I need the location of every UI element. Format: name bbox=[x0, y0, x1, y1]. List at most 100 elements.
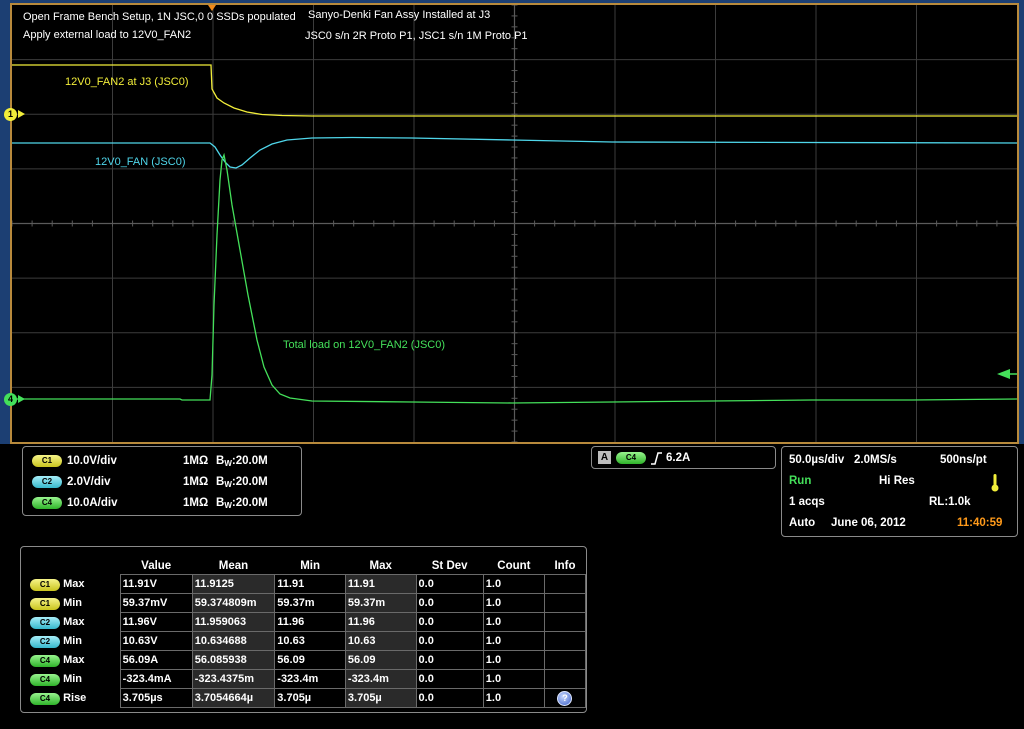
ch4-marker-arrow-icon bbox=[18, 395, 25, 403]
measurement-mean: 56.085938 bbox=[191, 650, 276, 670]
channel-badge[interactable]: C2 bbox=[32, 476, 62, 488]
annotation-load: Apply external load to 12V0_FAN2 bbox=[23, 29, 192, 41]
measurement-row[interactable]: C1 Min 59.37mV 59.374809m 59.37m 59.37m 0.0 1.… bbox=[28, 593, 587, 613]
measurement-stdev: 0.0 bbox=[415, 593, 484, 613]
measurement-min: 11.91 bbox=[274, 574, 346, 594]
measurement-count: 1.0 bbox=[482, 631, 545, 651]
measurement-row[interactable]: C4 Min -323.4mA -323.4375m -323.4m -323.4m 0.… bbox=[28, 669, 587, 689]
measurement-row[interactable]: C2 Min 10.63V 10.634688 10.63 10.63 0.0 1.0 bbox=[28, 631, 587, 651]
measurement-label: C2 Min bbox=[28, 632, 120, 651]
measurement-info bbox=[543, 593, 587, 613]
measurement-row[interactable]: C2 Max 11.96V 11.959063 11.96 11.96 0.0 1.0 bbox=[28, 612, 587, 632]
measurement-label: C1 Max bbox=[28, 575, 120, 594]
acquisition-date: June 06, 2012 bbox=[831, 517, 906, 529]
acquisition-mode: Hi Res bbox=[879, 475, 915, 487]
measurement-min: 56.09 bbox=[274, 650, 346, 670]
timebase: 50.0µs/div bbox=[789, 454, 845, 466]
channel-row[interactable]: C1 10.0V/div 1MΩ BW:20.0M bbox=[23, 453, 293, 469]
measurement-min: 3.705µ bbox=[274, 688, 346, 708]
measurement-type: Max bbox=[63, 615, 85, 628]
waveform-canvas bbox=[12, 5, 1017, 442]
channel-badge[interactable]: C1 bbox=[32, 455, 62, 467]
channel-badge: C4 bbox=[30, 654, 60, 667]
column-header: Info bbox=[554, 559, 576, 572]
trigger-mode-label: A bbox=[598, 451, 611, 464]
measurement-max: 11.96 bbox=[344, 612, 417, 632]
channel-row[interactable]: C4 10.0A/div 1MΩ BW:20.0M bbox=[23, 495, 293, 511]
annotation-setup: Open Frame Bench Setup, 1N JSC,0 0 SSDs … bbox=[23, 11, 296, 23]
measurement-type: Max bbox=[63, 653, 85, 666]
measurement-stdev: 0.0 bbox=[415, 688, 484, 708]
column-header: Mean bbox=[218, 559, 249, 572]
measurement-mean: -323.4375m bbox=[191, 669, 276, 689]
measurement-max: 10.63 bbox=[344, 631, 417, 651]
channel-bandwidth: BW:20.0M bbox=[216, 476, 268, 489]
measurement-label: C2 Max bbox=[28, 613, 120, 632]
trigger-panel[interactable]: A C4 6.2A bbox=[591, 446, 776, 469]
measurement-count: 1.0 bbox=[482, 593, 545, 613]
measurement-mean: 59.374809m bbox=[191, 593, 276, 613]
measurement-type: Min bbox=[63, 596, 83, 609]
measurement-value: 10.63V bbox=[119, 631, 193, 651]
column-header: Min bbox=[300, 559, 320, 572]
measurement-min: 11.96 bbox=[274, 612, 346, 632]
graticule bbox=[12, 5, 1017, 442]
info-icon[interactable]: ? bbox=[557, 690, 573, 706]
channel-badge[interactable]: C4 bbox=[32, 497, 62, 509]
acquisition-time: 11:40:59 bbox=[957, 517, 1003, 529]
measurement-count: 1.0 bbox=[482, 669, 545, 689]
measurement-label: C4 Min bbox=[28, 670, 120, 689]
measurement-min: 10.63 bbox=[274, 631, 346, 651]
measurement-row[interactable]: C4 Rise 3.705µs 3.7054664µ 3.705µ 3.705µ 0.0 1… bbox=[28, 688, 587, 708]
channel-badge: C1 bbox=[30, 597, 60, 610]
measurement-type: Max bbox=[63, 577, 85, 590]
channel-impedance: 1MΩ bbox=[183, 455, 209, 467]
measurement-value: 11.96V bbox=[119, 612, 193, 632]
measurement-label: C1 Min bbox=[28, 594, 120, 613]
measurement-info bbox=[543, 574, 587, 594]
measurement-mean: 3.7054664µ bbox=[191, 688, 276, 708]
trigger-sweep-mode: Auto bbox=[789, 517, 816, 529]
measurement-value: 3.705µs bbox=[119, 688, 193, 708]
channel-badge: C1 bbox=[30, 578, 60, 591]
measurement-info bbox=[543, 612, 587, 632]
measurement-info bbox=[543, 631, 587, 651]
measurement-max: 3.705µ bbox=[344, 688, 417, 708]
channel-scale: 10.0V/div bbox=[67, 455, 117, 467]
waveform-display[interactable]: Open Frame Bench Setup, 1N JSC,0 0 SSDs … bbox=[10, 3, 1019, 444]
trigger-level: 6.2A bbox=[666, 452, 691, 464]
measurement-info bbox=[543, 669, 587, 689]
channel-badge: C2 bbox=[30, 635, 60, 648]
channel-row[interactable]: C2 2.0V/div 1MΩ BW:20.0M bbox=[23, 474, 293, 490]
measurements-panel[interactable]: Value Mean Min Max St Dev Count Info C1 Max 11.… bbox=[20, 546, 587, 713]
measurement-max: 59.37m bbox=[344, 593, 417, 613]
measurement-value: 59.37mV bbox=[119, 593, 193, 613]
measurement-row[interactable]: C1 Max 11.91V 11.9125 11.91 11.91 0.0 1.0 bbox=[28, 574, 587, 594]
channel-impedance: 1MΩ bbox=[183, 476, 209, 488]
readout-area: C1 10.0V/div 1MΩ BW:20.0M C2 2.0V/div 1MΩ BW:20… bbox=[0, 444, 1024, 729]
ch4-ground-marker[interactable]: 4 bbox=[4, 393, 17, 406]
channel-scale: 10.0A/div bbox=[67, 497, 118, 509]
column-header: Value bbox=[141, 559, 172, 572]
measurement-row[interactable]: C4 Max 56.09A 56.085938 56.09 56.09 0.0 1.0 bbox=[28, 650, 587, 670]
ch1-ground-marker[interactable]: 1 bbox=[4, 108, 17, 121]
measurement-max: -323.4m bbox=[344, 669, 417, 689]
thermometer-icon bbox=[991, 474, 999, 492]
sample-rate: 2.0MS/s bbox=[854, 454, 897, 466]
measurement-mean: 10.634688 bbox=[191, 631, 276, 651]
trigger-level-arrow-icon[interactable] bbox=[997, 369, 1010, 379]
measurement-type: Min bbox=[63, 672, 83, 685]
measurement-count: 1.0 bbox=[482, 650, 545, 670]
channel-badge: C2 bbox=[30, 616, 60, 629]
acquisition-count: 1 acqs bbox=[789, 496, 825, 508]
acquisition-panel[interactable]: 50.0µs/div 2.0MS/s 500ns/pt Run Hi Res 1… bbox=[781, 446, 1018, 537]
measurement-max: 11.91 bbox=[344, 574, 417, 594]
channel-bandwidth: BW:20.0M bbox=[216, 455, 268, 468]
measurement-label: C4 Max bbox=[28, 651, 120, 670]
channel-badge: C4 bbox=[30, 692, 60, 705]
measurement-label: C4 Rise bbox=[28, 689, 120, 708]
measurement-type: Rise bbox=[63, 691, 87, 704]
trace-label-ch1: 12V0_FAN2 at J3 (JSC0) bbox=[65, 76, 189, 88]
measurement-stdev: 0.0 bbox=[415, 631, 484, 651]
resolution: 500ns/pt bbox=[940, 454, 987, 466]
